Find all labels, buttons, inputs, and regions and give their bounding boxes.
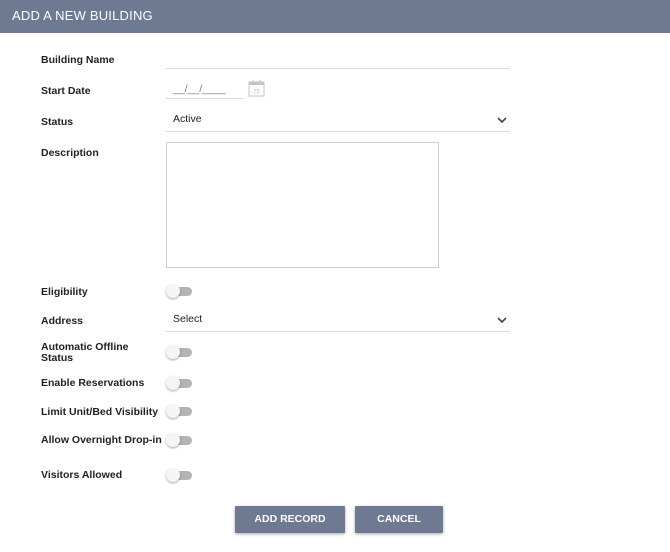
automatic-offline-status-toggle[interactable] [166,345,193,359]
address-selected-value: Select [173,313,203,325]
status-selected-value: Active [173,113,202,125]
calendar-icon[interactable]: 25 [248,79,265,97]
building-name-label: Building Name [41,54,115,66]
enable-reservations-label: Enable Reservations [41,377,145,389]
eligibility-toggle[interactable] [166,284,193,298]
start-date-label: Start Date [41,85,91,97]
start-date-input[interactable]: __/__/____ [166,78,244,99]
address-select[interactable]: Select [166,311,510,332]
allow-overnight-label: Allow Overnight Drop-in [41,434,162,446]
status-label: Status [41,116,74,128]
building-name-input[interactable] [166,48,510,69]
toggle-thumb [166,376,180,390]
visitors-allowed-toggle[interactable] [166,468,193,482]
description-textarea[interactable] [166,142,439,268]
limit-visibility-toggle[interactable] [166,404,193,418]
visitors-allowed-label: Visitors Allowed [41,469,123,481]
chevron-down-icon [497,117,507,124]
toggle-thumb [166,345,180,359]
dialog-header: ADD A NEW BUILDING [0,0,670,33]
allow-overnight-toggle[interactable] [166,433,193,447]
add-record-button[interactable]: ADD RECORD [235,506,345,533]
enable-reservations-toggle[interactable] [166,376,193,390]
eligibility-label: Eligibility [41,286,88,298]
toggle-thumb [166,433,180,447]
toggle-thumb [166,404,180,418]
cancel-button[interactable]: CANCEL [355,506,443,533]
toggle-thumb [166,468,180,482]
automatic-offline-status-label-line2: Status [41,352,74,364]
chevron-down-icon [497,317,507,324]
toggle-thumb [166,284,180,298]
dialog-title: ADD A NEW BUILDING [12,8,153,23]
description-label: Description [41,147,99,159]
start-date-field: __/__/____ 25 [166,78,272,100]
address-label: Address [41,315,84,327]
calendar-day-number: 25 [253,90,260,96]
limit-visibility-label: Limit Unit/Bed Visibility [41,406,159,418]
status-select[interactable]: Active [166,111,510,132]
